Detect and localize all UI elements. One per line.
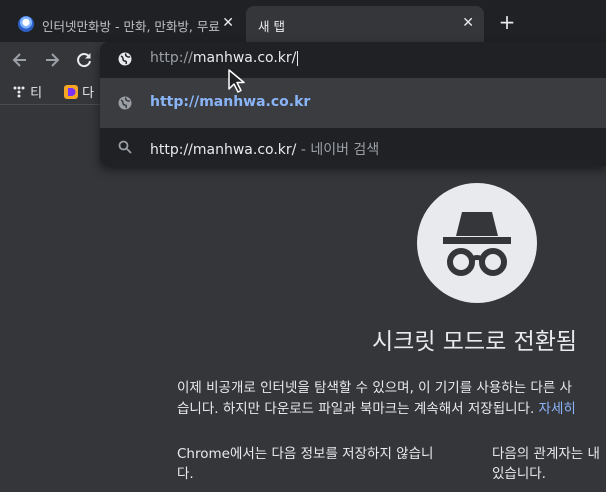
search-engine-suffix: - 네이버 검색 [296,142,380,158]
url-text[interactable]: http://manhwa.co.kr/ [150,50,299,66]
site-favicon-icon [18,16,34,32]
search-icon [118,140,132,154]
reload-icon[interactable] [74,50,94,70]
bookmark-item[interactable]: 다 [64,82,94,101]
back-arrow-icon[interactable] [10,50,30,70]
not-saved-line: Chrome에서는 다음 정보를 저장하지 않습니 [177,446,434,462]
globe-icon [118,52,132,66]
tab-new-tab[interactable]: 새 탭 ✕ [246,6,484,42]
incognito-icon [417,183,537,303]
tab-manhwa[interactable]: 인터넷만화방 - 만화, 만화방, 무료 ✕ [8,6,244,42]
d-logo-icon [64,85,78,99]
new-tab-button[interactable]: + [496,12,518,34]
incognito-glyph-icon [443,212,511,276]
bookmark-label: 다 [82,86,95,101]
visible-to-line: 다음의 관계자는 내 [492,446,600,462]
suggestion-search[interactable]: http://manhwa.co.kr/ - 네이버 검색 [100,128,606,166]
suggestion-search-text: http://manhwa.co.kr/ - 네이버 검색 [150,139,379,159]
bookmark-label: 티 [30,86,43,101]
dots-icon [13,86,25,98]
tab-title: 인터넷만화방 - 만화, 만화방, 무료 [42,19,220,34]
incognito-heading: 시크릿 모드로 전환됨 [372,329,578,355]
intro-line: 습니다. 하지만 다운로드 파일과 북마크는 계속해서 저장됩니다. [177,401,539,417]
visible-to-heading: 다음의 관계자는 내 있습니다. [492,444,606,484]
suggestion-url-text: http://manhwa.co.kr [150,94,311,110]
mouse-pointer-icon [228,69,245,93]
intro-line: 이제 비공개로 인터넷을 탐색할 수 있으며, 이 기기를 사용하는 다른 사 [177,380,572,396]
search-query: http://manhwa.co.kr/ [150,142,297,158]
omnibox-input[interactable]: http://manhwa.co.kr/ [100,42,606,76]
bookmark-item[interactable]: 티 [12,82,42,101]
learn-more-link[interactable]: 자세히 [539,401,576,417]
tab-close-icon[interactable]: ✕ [462,15,474,31]
globe-icon [118,96,132,110]
suggestion-url[interactable]: http://manhwa.co.kr [100,78,606,128]
tab-strip: 인터넷만화방 - 만화, 만화방, 무료 ✕ 새 탭 ✕ + [0,0,606,42]
forward-arrow-icon[interactable] [42,50,62,70]
not-saved-line: 다. [177,466,194,482]
not-saved-heading: Chrome에서는 다음 정보를 저장하지 않습니 다. [177,444,467,484]
omnibox-dropdown: http://manhwa.co.kr/ http://manhwa.co.kr… [100,42,606,166]
incognito-intro: 이제 비공개로 인터넷을 탐색할 수 있으며, 이 기기를 사용하는 다른 사 … [177,378,606,420]
visible-to-line: 있습니다. [492,466,546,482]
tab-title: 새 탭 [258,19,285,34]
tab-close-icon[interactable]: ✕ [222,15,234,31]
